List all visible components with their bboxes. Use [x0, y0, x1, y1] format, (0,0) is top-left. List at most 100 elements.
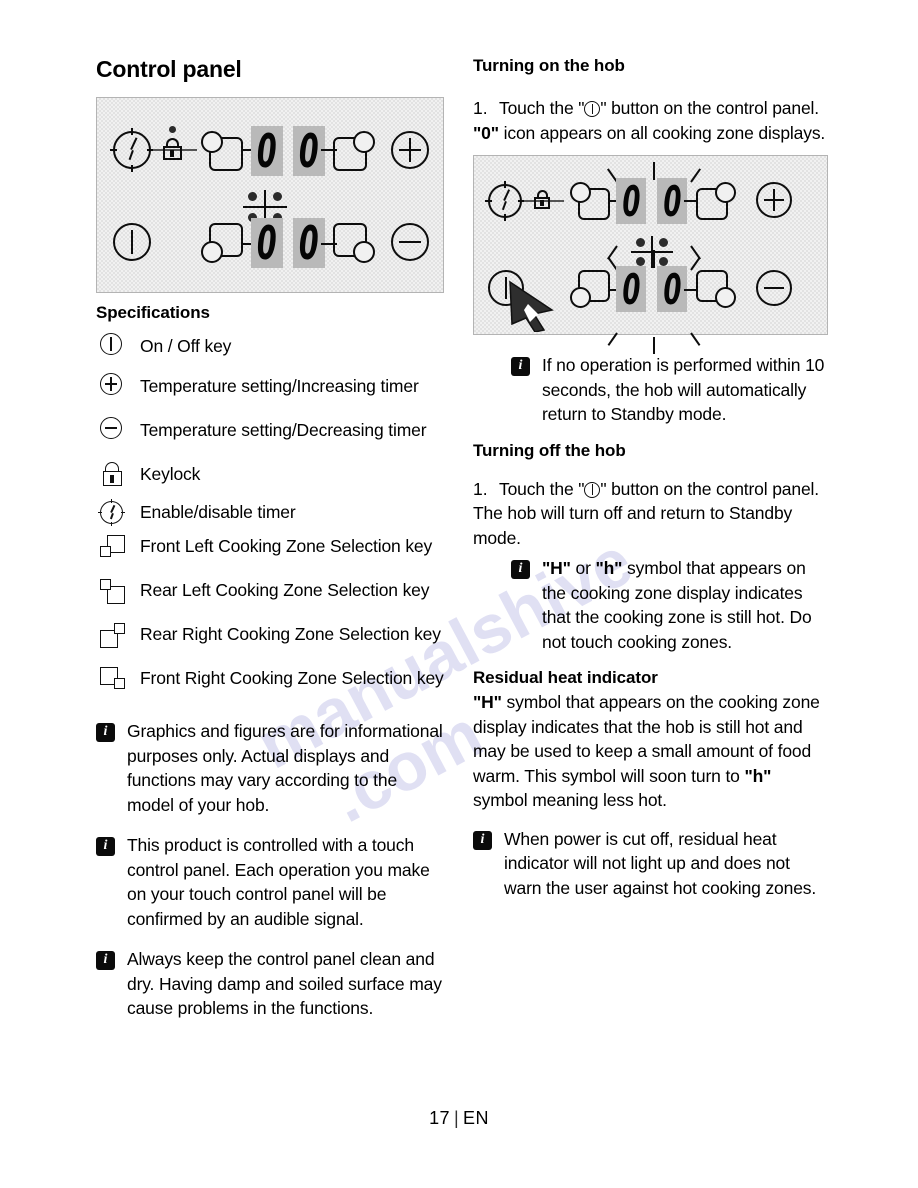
rear-left-zone-icon — [96, 577, 140, 611]
spec-row-on-off: On / Off key — [96, 333, 444, 367]
keylock-icon — [161, 126, 183, 162]
cursor-hand-icon — [509, 280, 554, 332]
step-text-b: " button on the control panel. — [600, 98, 819, 118]
info-note-power-cut: i When power is cut off, residual heat i… — [473, 827, 828, 901]
spec-row-rear-left: Rear Left Cooking Zone Selection key — [96, 577, 444, 621]
note-text: If no operation is performed within 10 s… — [542, 355, 825, 424]
rear-left-display: 0 — [251, 126, 283, 176]
step-text: Touch the " " button on the control panel… — [499, 96, 819, 121]
keylock-icon — [532, 190, 552, 212]
spec-label: Temperature setting/Decreasing timer — [140, 420, 427, 440]
turning-off-result: The hob will turn off and return to Stan… — [473, 503, 793, 548]
right-column: Turning on the hob 1. Touch the " " butto… — [473, 56, 828, 900]
spec-row-front-left: Front Left Cooking Zone Selection key — [96, 533, 444, 577]
spec-label: Keylock — [140, 464, 201, 484]
residual-heat-text: "H" symbol that appears on the cooking z… — [473, 690, 828, 813]
control-panel-diagram: 0 0 0 0 — [96, 97, 444, 293]
step-text: Touch the " " button on the control panel… — [499, 477, 819, 502]
timer-clock-icon — [110, 128, 154, 172]
on-off-key-icon — [584, 101, 601, 117]
note-text: This product is controlled with a touch … — [127, 835, 430, 929]
page-number: 17 — [429, 1108, 450, 1128]
step-number: 1. — [473, 478, 488, 499]
turning-on-result: "0" icon appears on all cooking zone dis… — [473, 121, 828, 146]
info-icon: i — [511, 560, 530, 579]
zero-icon-label: "0" — [473, 122, 499, 143]
on-off-key-icon — [96, 333, 140, 367]
spec-label: Rear Right Cooking Zone Selection key — [140, 624, 441, 644]
front-right-zone-key[interactable] — [696, 270, 736, 308]
front-right-zone-key[interactable] — [333, 223, 375, 263]
spec-row-rear-right: Rear Right Cooking Zone Selection key — [96, 621, 444, 665]
info-note-graphics: i Graphics and figures are for informati… — [96, 719, 444, 817]
plus-key[interactable] — [756, 182, 792, 218]
turning-off-title: Turning off the hob — [473, 440, 626, 460]
info-note-standby: i If no operation is performed within 10… — [473, 353, 828, 427]
info-icon: i — [511, 357, 530, 376]
four-dot-indicator-icon — [631, 236, 673, 268]
rear-left-display: 0 — [616, 178, 646, 224]
front-left-display: 0 — [616, 266, 646, 312]
rear-right-zone-key[interactable] — [333, 131, 375, 171]
note-mid: or — [570, 558, 596, 578]
info-icon: i — [473, 830, 492, 850]
step-text-a: Touch the " — [499, 478, 585, 499]
page-language: EN — [463, 1108, 489, 1128]
plus-key-icon — [96, 373, 140, 407]
info-note-touch-panel: i This product is controlled with a touc… — [96, 833, 444, 931]
specifications-list: On / Off key Temperature setting/Increas… — [96, 333, 444, 709]
minus-key[interactable] — [756, 270, 792, 306]
step-number: 1. — [473, 98, 488, 118]
front-right-zone-icon — [96, 665, 140, 699]
note-text: Graphics and figures are for information… — [127, 721, 443, 815]
spec-row-keylock: Keylock — [96, 461, 444, 499]
on-off-key[interactable] — [113, 223, 151, 261]
info-icon: i — [96, 837, 115, 856]
timer-clock-icon — [485, 181, 525, 221]
note-text: Always keep the control panel clean and … — [127, 949, 442, 1018]
rear-left-zone-key[interactable] — [570, 182, 610, 220]
spec-label: On / Off key — [140, 336, 232, 356]
plus-key[interactable] — [391, 131, 429, 169]
front-left-zone-key[interactable] — [570, 270, 610, 308]
page-footer: 17 | EN — [0, 1108, 918, 1129]
residual-text-2: symbol meaning less hot. — [473, 790, 667, 810]
left-column: Control panel 0 0 0 0 Specifications On … — [96, 56, 444, 1021]
note-text: "H" or "h" symbol that appears on the co… — [542, 556, 828, 654]
front-left-display: 0 — [251, 218, 283, 268]
spec-row-timer: Enable/disable timer — [96, 499, 444, 533]
spec-row-plus: Temperature setting/Increasing timer — [96, 373, 444, 417]
front-right-display: 0 — [657, 266, 687, 312]
spec-row-minus: Temperature setting/Decreasing timer — [96, 417, 444, 461]
minus-key-icon — [96, 417, 140, 451]
note-text: When power is cut off, residual heat ind… — [504, 828, 817, 898]
manual-page: manualshive .com Control panel 0 0 0 0 S… — [0, 0, 918, 1188]
specifications-title: Specifications — [96, 303, 210, 322]
turning-on-result-rest: icon appears on all cooking zone display… — [498, 122, 826, 143]
timer-clock-icon — [96, 499, 140, 533]
spec-label: Temperature setting/Increasing timer — [140, 376, 419, 396]
front-left-zone-key[interactable] — [201, 223, 243, 263]
residual-heat-title: Residual heat indicator — [473, 668, 658, 687]
h-symbol-upper: "H" — [542, 558, 571, 578]
rear-left-zone-key[interactable] — [201, 131, 243, 171]
spec-label: Front Left Cooking Zone Selection key — [140, 536, 433, 556]
rear-right-zone-key[interactable] — [696, 182, 736, 220]
page-title: Control panel — [96, 56, 242, 82]
minus-key[interactable] — [391, 223, 429, 261]
rear-right-display: 0 — [657, 178, 687, 224]
turning-on-step-1: 1. Touch the " " button on the control pa… — [473, 96, 828, 121]
keylock-icon — [96, 461, 140, 495]
turning-on-diagram: 0 0 0 0 — [473, 155, 828, 354]
step-text-b: " button on the control panel. — [600, 478, 819, 499]
info-icon: i — [96, 723, 115, 742]
front-left-zone-icon — [96, 533, 140, 567]
turning-off-step-1: 1. Touch the " " button on the control pa… — [473, 477, 828, 502]
on-off-key-icon — [584, 481, 601, 498]
h-symbol-lower: "h" — [595, 558, 623, 578]
rear-right-display: 0 — [293, 126, 325, 176]
h-symbol-lower: "h" — [744, 765, 772, 786]
spec-label: Rear Left Cooking Zone Selection key — [140, 580, 430, 600]
info-icon: i — [96, 951, 115, 970]
footer-separator: | — [453, 1108, 460, 1128]
